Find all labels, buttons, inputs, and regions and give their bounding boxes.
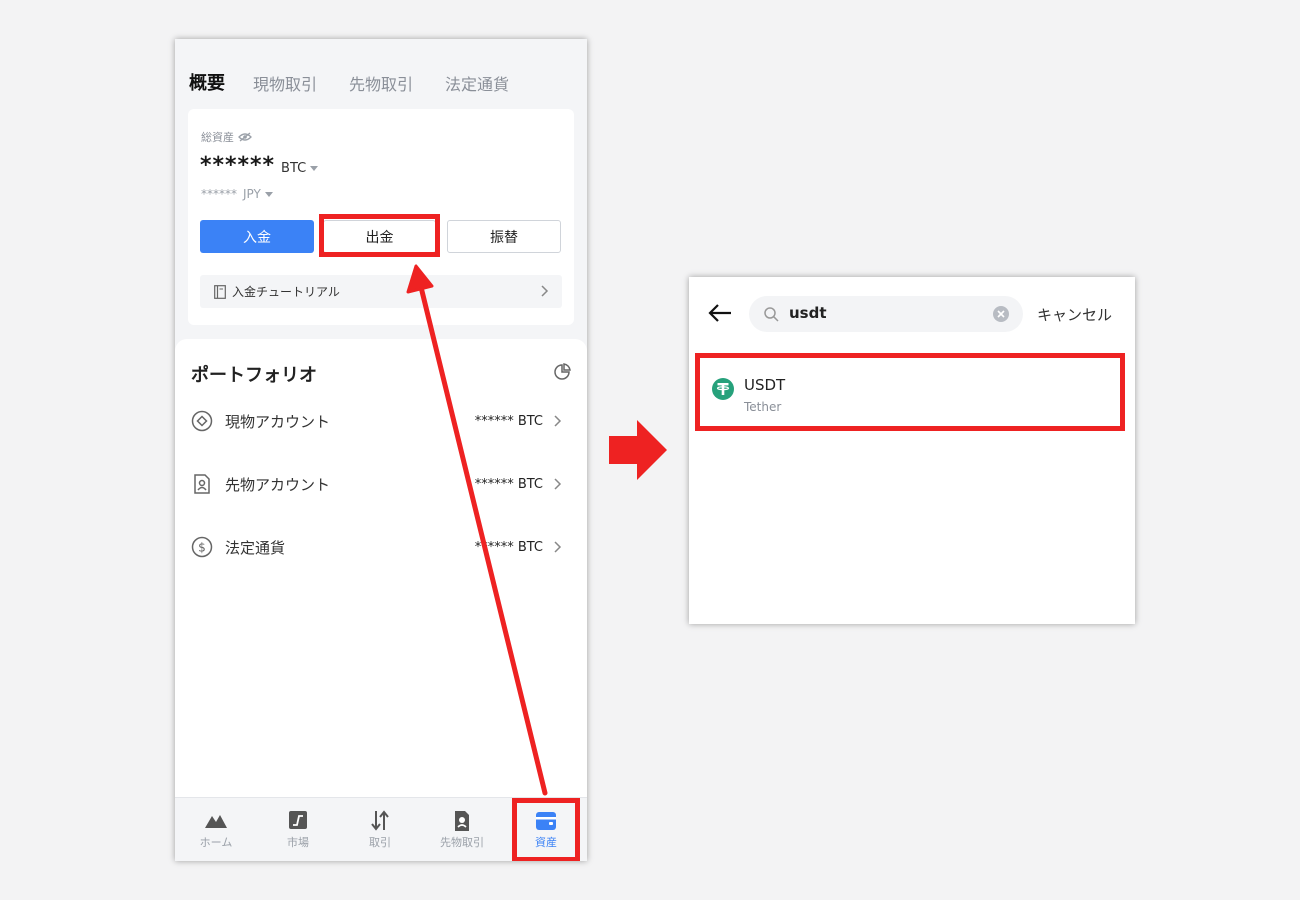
- back-arrow-icon[interactable]: [707, 303, 733, 323]
- search-input[interactable]: usdt: [749, 296, 1023, 332]
- search-query: usdt: [789, 304, 827, 322]
- result-name: Tether: [744, 400, 782, 414]
- annotation-arrowhead: [406, 264, 434, 294]
- result-symbol: USDT: [744, 376, 786, 394]
- search-result-usdt[interactable]: USDT Tether: [695, 353, 1125, 431]
- clear-icon[interactable]: [993, 306, 1009, 322]
- annotation-arrow-line: [417, 280, 548, 796]
- coin-search-screen: usdt キャンセル USDT Tether: [689, 277, 1135, 624]
- next-step-arrow-icon: [609, 420, 667, 480]
- tether-logo-icon: [712, 378, 734, 400]
- search-icon: [764, 307, 779, 322]
- cancel-button[interactable]: キャンセル: [1037, 304, 1112, 325]
